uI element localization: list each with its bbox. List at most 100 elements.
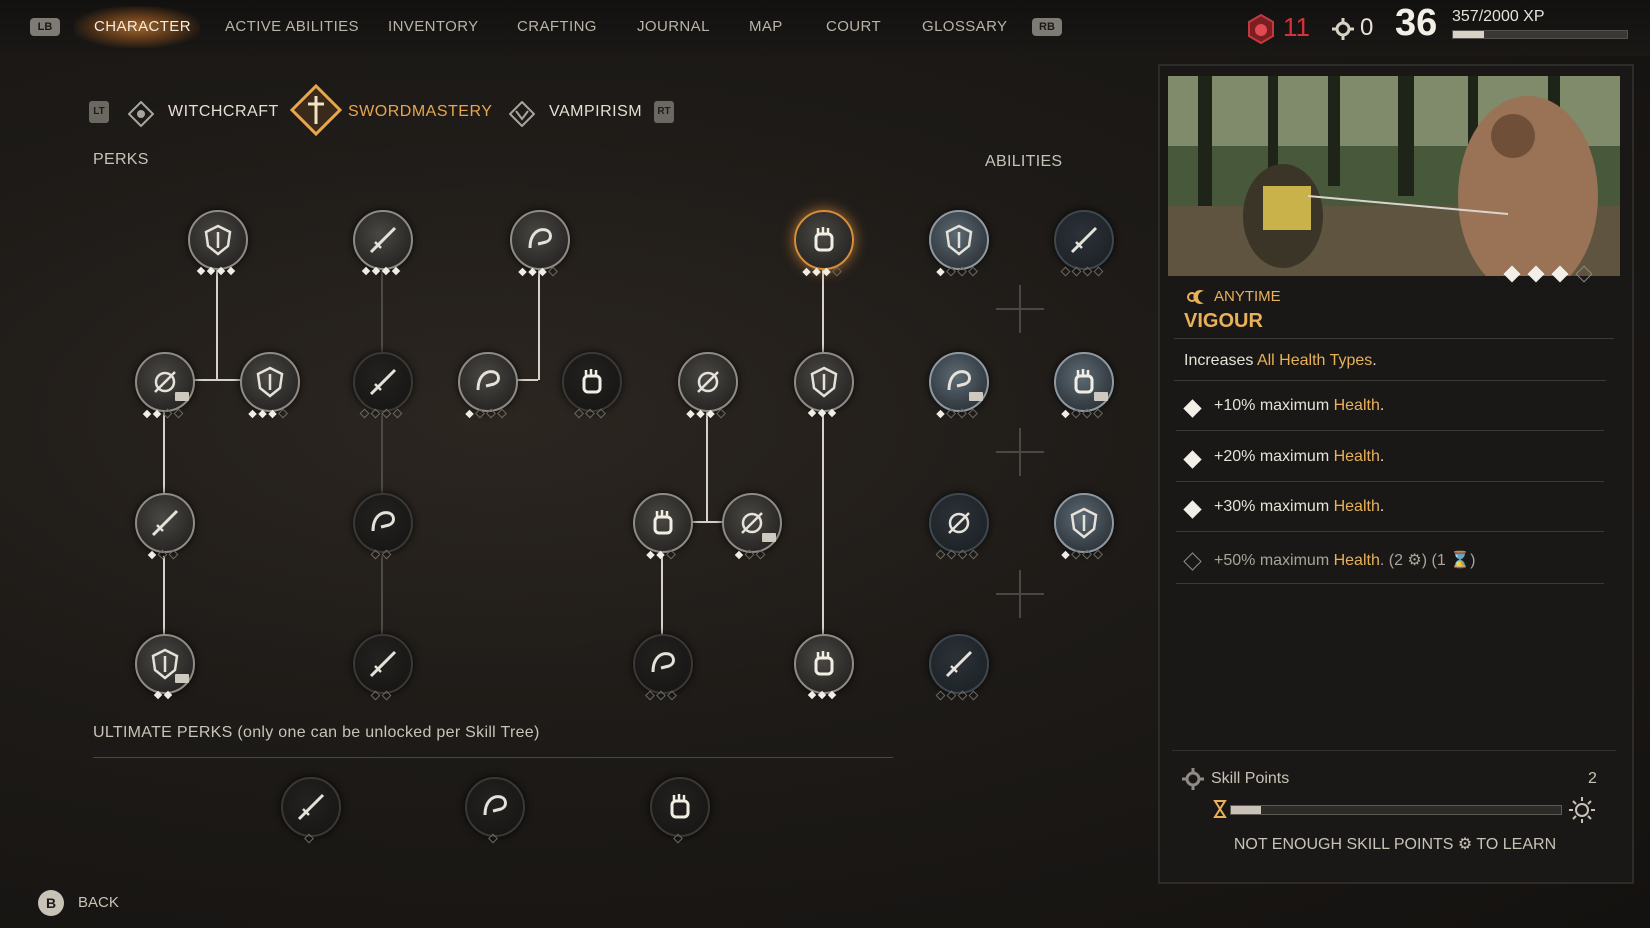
swirl-skill-node[interactable] [929,493,989,553]
rank-pip-empty [168,549,179,560]
tab-journal[interactable]: JOURNAL [637,18,710,35]
target-skill-node[interactable] [135,634,195,694]
tree-tab-witchcraft[interactable]: WITCHCRAFT [168,103,279,121]
rank-cost: (2 ⚙) (1 ⌛) [1384,552,1476,569]
rank-pip-empty [957,266,967,277]
detail-rank-filled [1503,265,1521,283]
dark-slash-skill-node[interactable] [353,493,413,553]
tree-tab-vampirism[interactable]: VAMPIRISM [549,103,642,121]
rank-pips [359,408,403,420]
rt-button[interactable]: RT [654,101,674,123]
title-divider [1174,338,1614,339]
rank-pip-empty [370,408,381,419]
tab-character[interactable]: CHARACTER [94,18,191,35]
rank-pip-empty [968,690,979,701]
tab-inventory[interactable]: INVENTORY [388,18,479,35]
back-button[interactable]: BACK [78,894,119,911]
rank-pip-filled [371,266,381,276]
tab-map[interactable]: MAP [749,18,783,35]
blade-drip-skill-node[interactable] [135,352,195,412]
rank-pips [734,549,766,561]
rank-pip-empty [304,833,314,844]
rank-pip-empty [370,549,381,560]
rb-button[interactable]: RB [1032,18,1062,36]
skill-points-count: 0 [1360,14,1374,41]
rank-pip-empty [585,408,595,419]
skill-points-divider [1172,750,1616,751]
helmet-head-skill-node[interactable] [1054,352,1114,412]
rank-pip-empty [755,549,766,560]
rank-pip-empty [667,690,677,701]
xp-bar-fill [1453,31,1485,38]
sword-coil-skill-node[interactable] [1054,493,1114,553]
rank-pip-empty [370,690,381,701]
mounted-knight-skill-node[interactable] [562,352,622,412]
rank-pip-empty [1082,549,1092,560]
sword-coil-icon [1070,507,1098,539]
rank-pip-empty [957,549,968,560]
blood-count: 11 [1283,12,1310,42]
serpent-skill-node[interactable] [1054,210,1114,270]
gear-icon: ⚙ [1457,836,1473,853]
perks-label: PERKS [93,151,149,168]
flexed-arm-skill-node[interactable] [510,210,570,270]
tree-tab-swordmastery[interactable]: SWORDMASTERY [348,103,492,121]
sword-slash-skill-node[interactable] [353,210,413,270]
target-burst-skill-node[interactable] [722,493,782,553]
upright-sword-skill-node[interactable] [633,493,693,553]
tab-court[interactable]: COURT [826,18,881,35]
rank-pip-filled [206,266,216,276]
leaping-strike-skill-node[interactable] [929,352,989,412]
plate-armor-skill-node[interactable] [794,634,854,694]
boot-blade-skill-node[interactable] [465,777,525,837]
triple-blade-skill-node[interactable] [353,634,413,694]
rank-pip-empty [1071,549,1081,560]
rank-pip-empty [596,408,606,419]
shield-skill-node[interactable] [188,210,248,270]
rank-pips [574,408,607,420]
rank-pip-filled [381,266,391,276]
lunge-icon [651,652,675,673]
burst-skill-node[interactable] [678,352,738,412]
clawed-hand-skill-node[interactable] [458,352,518,412]
tab-active-abilities[interactable]: ACTIVE ABILITIES [225,18,359,35]
crossed-swords-skill-node[interactable] [240,352,300,412]
sword-arc-skill-node[interactable] [135,493,195,553]
rank-pip-filled [686,409,695,419]
spiked-sword-skill-node[interactable] [353,352,413,412]
b-button[interactable]: B [38,890,64,916]
rank-pips [153,690,173,702]
anytime-icon [1187,290,1204,304]
armor-figure-skill-node[interactable] [794,352,854,412]
abilities-label: ABILITIES [985,153,1063,170]
lb-button[interactable]: LB [30,18,60,36]
lunge-skill-node[interactable] [633,634,693,694]
xp-bar [1452,30,1628,39]
rank-pip-filled [1061,409,1070,419]
tree-connector [192,379,244,381]
timing-label: ANYTIME [1214,288,1281,305]
wing-slash-skill-node[interactable] [929,210,989,270]
rank-divider [1176,583,1604,584]
rank-pip-filled [827,408,837,418]
rank-pip-empty [475,408,485,419]
rank-pip-empty [1071,266,1082,277]
rank-pip-filled [142,409,152,419]
tab-crafting[interactable]: CRAFTING [517,18,597,35]
crossed-blade-skill-node[interactable] [650,777,710,837]
lt-button[interactable]: LT [89,101,109,123]
cloak-skill-node[interactable] [929,634,989,694]
rank-pips [673,833,684,845]
rank-pip-empty [946,690,957,701]
rank-pip-filled [1061,550,1070,560]
rank-pips [370,690,392,702]
rank-pip-empty [359,408,370,419]
burst-icon [697,371,719,393]
player-level: 36 [1395,2,1438,44]
fist-skill-node[interactable] [794,210,854,270]
hold-progress-bar [1230,805,1562,815]
tab-glossary[interactable]: GLOSSARY [922,18,1007,35]
rank-pip-empty [1082,266,1093,277]
raised-fist-skill-node[interactable] [281,777,341,837]
rank-pip-empty [832,266,842,277]
